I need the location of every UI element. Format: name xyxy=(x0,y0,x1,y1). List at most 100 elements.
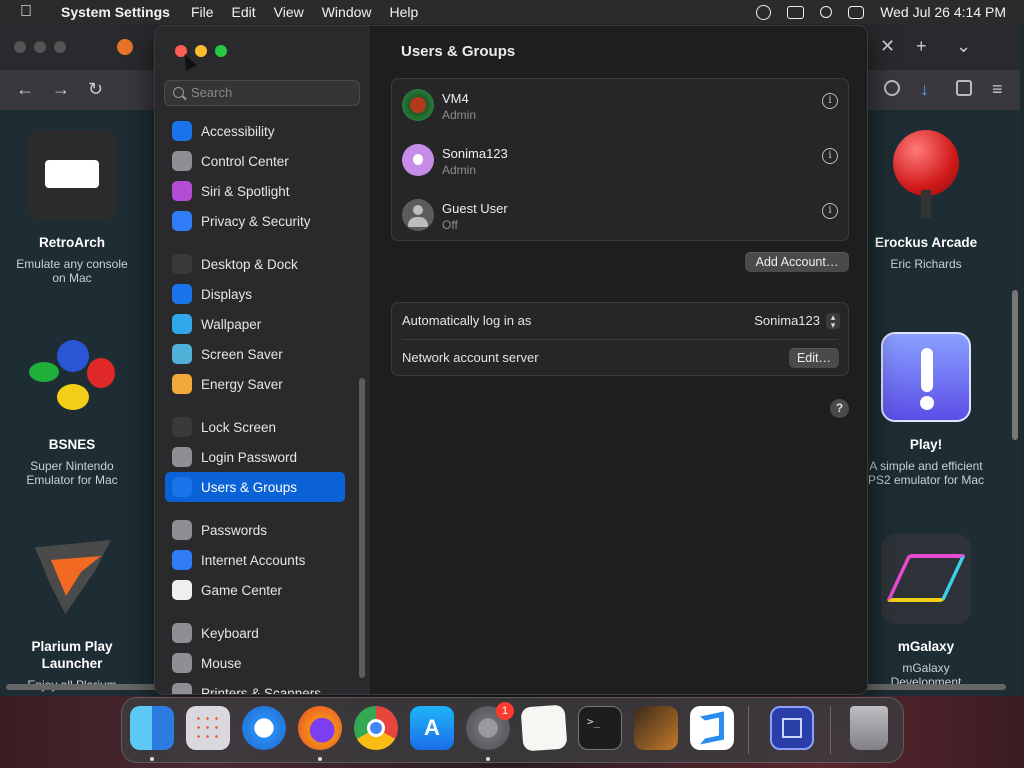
info-icon[interactable]: i xyxy=(822,203,838,219)
back-icon[interactable]: ← xyxy=(16,79,34,100)
game-center-icon xyxy=(172,580,192,600)
app-store-icon[interactable]: A xyxy=(410,706,454,750)
dock-separator xyxy=(748,706,749,754)
sidebar-item-screen-saver[interactable]: Screen Saver xyxy=(165,339,345,369)
menu-app-name[interactable]: System Settings xyxy=(52,4,182,20)
sidebar-item-label: Wallpaper xyxy=(201,316,262,332)
app-card-play[interactable]: Play! A simple and efficient PS2 emulato… xyxy=(866,332,986,487)
chrome-icon[interactable] xyxy=(354,706,398,750)
sidebar-item-label: Accessibility xyxy=(201,123,275,139)
sidebar-item-siri-spotlight[interactable]: Siri & Spotlight xyxy=(165,176,345,206)
help-button[interactable]: ? xyxy=(830,399,849,418)
user-account-icon[interactable] xyxy=(756,4,772,20)
keyboard-icon xyxy=(172,623,192,643)
screen-saver-icon xyxy=(172,344,192,364)
avatar xyxy=(402,89,434,121)
maximize-icon[interactable] xyxy=(54,41,66,53)
sidebar-item-label: Printers & Scanners xyxy=(201,685,322,695)
app-card-retroarch[interactable]: RetroArch Emulate any console on Mac xyxy=(12,130,132,285)
search-input[interactable]: Search xyxy=(164,80,360,106)
new-tab-icon[interactable]: + xyxy=(916,36,927,57)
apple-logo-icon[interactable]:  xyxy=(0,3,52,21)
lock-icon xyxy=(172,417,192,437)
control-center-icon[interactable] xyxy=(848,5,865,19)
launchpad-icon[interactable] xyxy=(186,706,230,750)
sidebar-item-passwords[interactable]: Passwords xyxy=(165,515,345,545)
menu-view[interactable]: View xyxy=(265,4,313,20)
terminal-icon[interactable]: >_ xyxy=(578,706,622,750)
close-tab-icon[interactable]: ✕ xyxy=(880,36,895,57)
user-row-guest[interactable]: Guest User Off i xyxy=(400,191,840,241)
sidebar-item-displays[interactable]: Displays xyxy=(165,279,345,309)
sidebar-scrollbar[interactable] xyxy=(359,378,365,678)
chevron-up-down-icon[interactable]: ▴ ▾ xyxy=(826,313,840,330)
erockus-arcade-icon xyxy=(881,130,971,220)
sidebar-item-printers-scanners[interactable]: Printers & Scanners xyxy=(165,678,345,695)
trash-icon[interactable] xyxy=(850,706,888,750)
extensions-icon[interactable] xyxy=(956,80,972,96)
sidebar-item-mouse[interactable]: Mouse xyxy=(165,648,345,678)
sidebar-item-accessibility[interactable]: Accessibility xyxy=(165,116,345,146)
sidebar-item-energy-saver[interactable]: Energy Saver xyxy=(165,369,345,399)
sidebar-item-game-center[interactable]: Game Center xyxy=(165,575,345,605)
sidebar-item-login-password[interactable]: Login Password xyxy=(165,442,345,472)
users-panel: VM4 Admin i Sonima123 Admin i Guest User… xyxy=(391,78,849,241)
key-icon xyxy=(172,520,192,540)
firefox-icon[interactable] xyxy=(298,706,342,750)
menu-window[interactable]: Window xyxy=(313,4,381,20)
sidebar-item-internet-accounts[interactable]: Internet Accounts xyxy=(165,545,345,575)
menu-file[interactable]: File xyxy=(182,4,223,20)
textedit-icon[interactable] xyxy=(520,704,568,752)
menu-datetime[interactable]: Wed Jul 26 4:14 PM xyxy=(880,4,1006,20)
sidebar-item-wallpaper[interactable]: Wallpaper xyxy=(165,309,345,339)
search-placeholder: Search xyxy=(191,85,233,100)
minimize-icon[interactable] xyxy=(34,41,46,53)
auto-login-select[interactable]: Sonima123 xyxy=(754,303,820,339)
sidebar-item-desktop-dock[interactable]: Desktop & Dock xyxy=(165,249,345,279)
sidebar-item-label: Users & Groups xyxy=(201,479,298,495)
sidebar-item-keyboard[interactable]: Keyboard xyxy=(165,618,345,648)
app-card-bsnes[interactable]: BSNES Super Nintendo Emulator for Mac xyxy=(12,332,132,487)
forward-icon[interactable]: → xyxy=(52,79,70,100)
screen-mirroring-icon[interactable] xyxy=(787,5,805,19)
safari-icon[interactable] xyxy=(242,706,286,750)
sidebar-item-lock-screen[interactable]: Lock Screen xyxy=(165,412,345,442)
close-icon[interactable] xyxy=(14,41,26,53)
vscode-icon[interactable] xyxy=(690,706,734,750)
garageband-icon[interactable] xyxy=(634,706,678,750)
auto-login-label: Automatically log in as xyxy=(402,313,532,328)
browser-scrollbar[interactable] xyxy=(1012,290,1018,440)
dock-separator xyxy=(830,706,831,754)
menu-help[interactable]: Help xyxy=(381,4,428,20)
info-icon[interactable]: i xyxy=(822,93,838,109)
accessibility-icon xyxy=(172,121,192,141)
app-card-erockus[interactable]: Erockus Arcade Eric Richards xyxy=(866,130,986,271)
app-card-mgalaxy[interactable]: mGalaxy mGalaxy Development xyxy=(866,534,986,689)
finder-icon[interactable] xyxy=(130,706,174,750)
pocket-icon[interactable] xyxy=(884,80,900,96)
edit-button[interactable]: Edit… xyxy=(789,348,839,368)
sidebar-item-privacy-security[interactable]: Privacy & Security xyxy=(165,206,345,236)
user-row-vm4[interactable]: VM4 Admin i xyxy=(400,81,840,131)
download-icon[interactable]: ↓ xyxy=(920,79,929,100)
hand-icon xyxy=(172,211,192,231)
sidebar-item-users-groups[interactable]: Users & Groups xyxy=(165,472,345,502)
app-card-plarium[interactable]: Plarium Play Launcher Enjoy all Plarium xyxy=(12,534,132,692)
user-row-sonima123[interactable]: Sonima123 Admin i xyxy=(400,136,840,186)
add-account-button[interactable]: Add Account… xyxy=(745,252,849,272)
minimize-window-icon[interactable] xyxy=(195,45,207,57)
menu-icon[interactable]: ≡ xyxy=(992,79,1003,100)
sidebar-item-control-center[interactable]: Control Center xyxy=(165,146,345,176)
spotlight-search-icon[interactable] xyxy=(820,6,833,18)
zoom-window-icon[interactable] xyxy=(215,45,227,57)
info-icon[interactable]: i xyxy=(822,148,838,164)
network-server-row: Network account server xyxy=(402,340,842,376)
notification-badge: 1 xyxy=(496,702,514,720)
siri-icon xyxy=(172,181,192,201)
screen-sharing-icon[interactable] xyxy=(770,706,814,750)
firefox-tab-icon[interactable] xyxy=(117,39,133,55)
tab-list-icon[interactable]: ⌄ xyxy=(956,36,971,57)
reload-icon[interactable]: ↻ xyxy=(88,79,103,100)
sidebar-item-label: Control Center xyxy=(201,153,289,169)
menu-edit[interactable]: Edit xyxy=(223,4,265,20)
